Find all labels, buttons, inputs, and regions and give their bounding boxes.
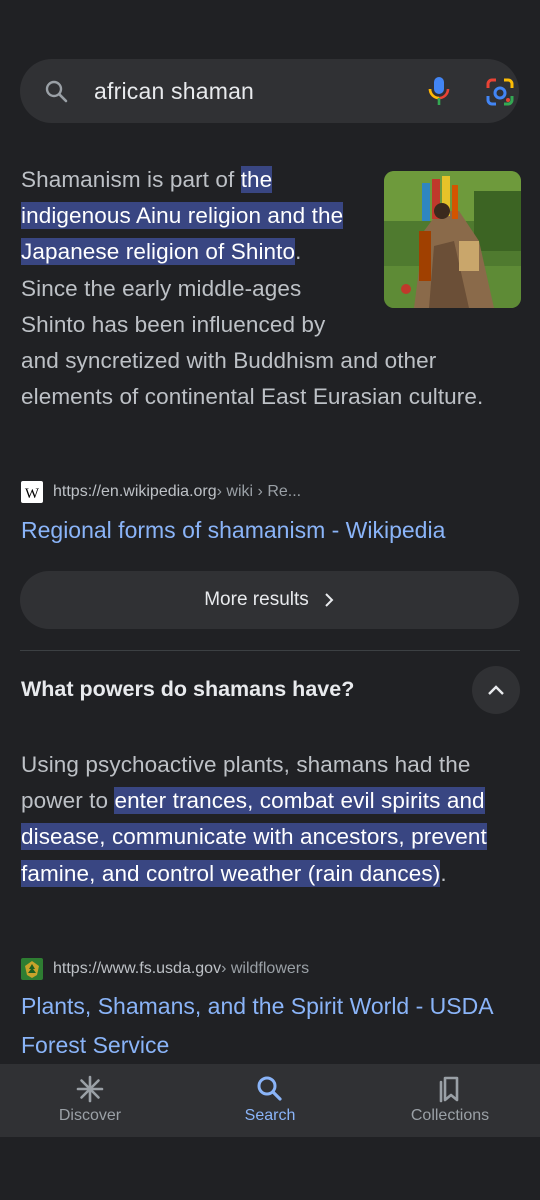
search-icon — [257, 1076, 282, 1101]
source-url: https://en.wikipedia.org — [53, 483, 217, 500]
source-url: https://www.fs.usda.gov — [53, 960, 222, 977]
more-results-label: More results — [204, 589, 309, 610]
search-query[interactable]: african shaman — [94, 78, 254, 105]
source-breadcrumb: › wiki › Re... — [216, 483, 302, 500]
answer-text-after: . — [440, 860, 447, 886]
shaman-thumbnail[interactable] — [384, 171, 521, 308]
nav-collections[interactable]: Collections — [360, 1064, 540, 1137]
source-usda[interactable]: https://www.fs.usda.gov › wildflowers — [21, 958, 309, 980]
nav-label: Search — [244, 1107, 296, 1124]
snippet-text-before: Shamanism is part of — [21, 167, 241, 192]
result-title-link[interactable]: Plants, Shamans, and the Spirit World - … — [21, 987, 521, 1065]
divider — [20, 650, 520, 651]
collapse-button[interactable] — [472, 666, 520, 714]
shaman-image — [384, 171, 521, 308]
results-content: Shamanism is part of the indigenous Ainu… — [0, 134, 540, 1064]
search-icon[interactable] — [44, 79, 68, 103]
chevron-up-icon — [488, 685, 504, 695]
microphone-icon[interactable] — [425, 75, 453, 107]
chevron-right-icon — [325, 593, 334, 607]
system-bar-area — [0, 1137, 540, 1200]
svg-text:W: W — [25, 486, 40, 502]
result-title-link[interactable]: Regional forms of shamanism - Wikipedia — [21, 511, 445, 550]
bottom-navigation: Discover Search Collections — [0, 1064, 540, 1137]
asterisk-icon — [76, 1075, 104, 1103]
search-bar[interactable]: african shaman — [20, 59, 519, 123]
related-question[interactable]: What powers do shamans have? — [21, 677, 354, 702]
source-wikipedia[interactable]: W https://en.wikipedia.org › wiki › Re..… — [21, 481, 301, 503]
nav-label: Discover — [58, 1107, 122, 1124]
more-results-button[interactable]: More results — [20, 571, 519, 629]
nav-search[interactable]: Search — [180, 1064, 360, 1137]
nav-discover[interactable]: Discover — [0, 1064, 180, 1137]
header: african shaman — [0, 0, 540, 134]
google-lens-icon[interactable] — [485, 77, 515, 107]
collections-icon — [439, 1076, 459, 1103]
source-breadcrumb: › wildflowers — [221, 960, 310, 977]
featured-snippet-text: Shamanism is part of the indigenous Ainu… — [21, 162, 521, 415]
nav-label: Collections — [410, 1107, 490, 1124]
answer-text: Using psychoactive plants, shamans had t… — [21, 747, 520, 892]
usda-forest-service-icon — [21, 958, 43, 980]
wikipedia-icon: W — [21, 481, 43, 503]
